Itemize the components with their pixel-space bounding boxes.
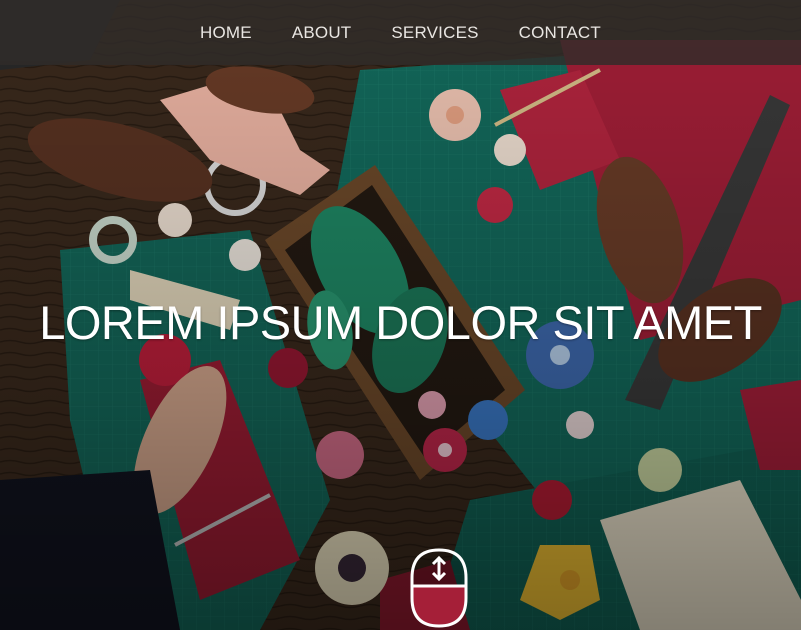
scroll-down-button[interactable]	[409, 548, 469, 630]
nav-link-services[interactable]: SERVICES	[391, 19, 478, 47]
hero-title: LOREM IPSUM DOLOR SIT AMET	[39, 296, 762, 349]
hero-section: HOME ABOUT SERVICES CONTACT LOREM IPSUM …	[0, 0, 801, 630]
nav-link-contact[interactable]: CONTACT	[519, 19, 601, 47]
nav-link-home[interactable]: HOME	[200, 19, 252, 47]
nav-link-about[interactable]: ABOUT	[292, 19, 352, 47]
mouse-scroll-icon	[410, 548, 468, 628]
top-navigation: HOME ABOUT SERVICES CONTACT	[0, 0, 801, 65]
